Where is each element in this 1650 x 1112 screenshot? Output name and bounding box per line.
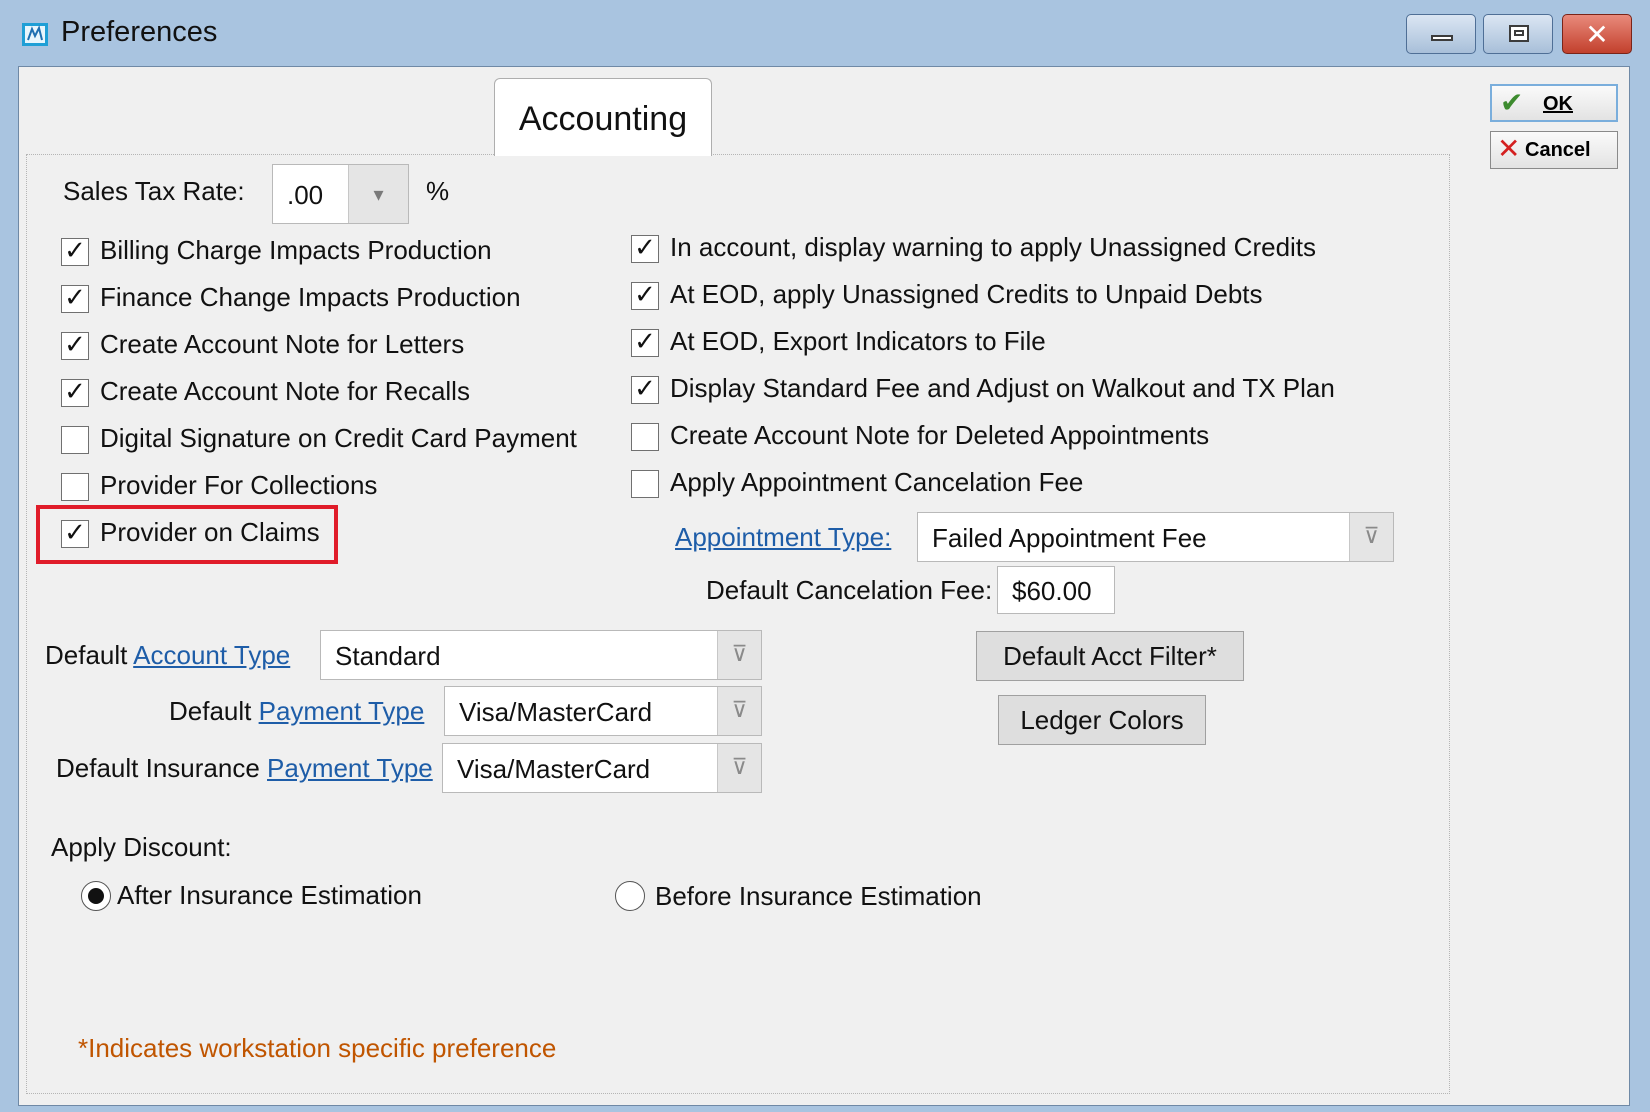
checkbox-cancel-fee[interactable] bbox=[631, 470, 659, 498]
checkbox-label: Create Account Note for Recalls bbox=[100, 376, 470, 406]
checkbox-note-deleted-appts[interactable] bbox=[631, 423, 659, 451]
checkbox-provider-collections[interactable] bbox=[61, 473, 89, 501]
account-type-link[interactable]: Account Type bbox=[133, 640, 290, 670]
maximize-icon bbox=[1509, 25, 1529, 42]
check-mark: ✓ bbox=[634, 374, 656, 404]
label-prefix: Default Insurance bbox=[56, 753, 268, 783]
insurance-payment-type-select[interactable]: Visa/MasterCard ⊽ bbox=[442, 743, 762, 793]
x-icon: ✕ bbox=[1497, 132, 1521, 165]
checkbox-label: Billing Charge Impacts Production bbox=[100, 235, 492, 265]
close-button[interactable]: ✕ bbox=[1562, 14, 1632, 54]
checkbox-note-letters[interactable]: ✓ bbox=[61, 330, 89, 360]
minimize-button[interactable] bbox=[1406, 14, 1476, 54]
highlight-box bbox=[36, 505, 338, 564]
checkbox-finance-change[interactable]: ✓ bbox=[61, 283, 89, 313]
checkbox-eod-export[interactable]: ✓ bbox=[631, 327, 659, 357]
checkbox-label: Create Account Note for Deleted Appointm… bbox=[670, 420, 1210, 450]
insurance-payment-type-label: Default Insurance Payment Type bbox=[56, 753, 433, 784]
chevron-down-icon[interactable]: ⊽ bbox=[717, 744, 761, 792]
cancelation-fee-label: Default Cancelation Fee: bbox=[706, 575, 993, 605]
checkbox-label: Create Account Note for Letters bbox=[100, 329, 465, 359]
checkmark-icon: ✔ bbox=[1500, 86, 1524, 119]
ok-button-label: OK bbox=[1543, 93, 1573, 115]
label-prefix: Default bbox=[169, 696, 259, 726]
account-type-label: Default Account Type bbox=[45, 640, 290, 671]
check-mark: ✓ bbox=[634, 233, 656, 263]
checkbox-label: In account, display warning to apply Una… bbox=[670, 232, 1317, 262]
checkbox-display-standard-fee[interactable]: ✓ bbox=[631, 374, 659, 404]
apply-discount-label: Apply Discount: bbox=[51, 832, 232, 862]
checkbox-note-recalls[interactable]: ✓ bbox=[61, 377, 89, 407]
title-bar[interactable]: Preferences ✕ bbox=[0, 0, 1650, 66]
appointment-type-select[interactable]: Failed Appointment Fee ⊽ bbox=[917, 512, 1394, 562]
close-icon: ✕ bbox=[1585, 18, 1609, 51]
insurance-payment-type-value: Visa/MasterCard bbox=[457, 754, 651, 784]
payment-type-select[interactable]: Visa/MasterCard ⊽ bbox=[444, 686, 762, 736]
insurance-payment-type-link[interactable]: Payment Type bbox=[267, 753, 433, 783]
label-prefix: Default bbox=[45, 640, 134, 670]
checkbox-label: Display Standard Fee and Adjust on Walko… bbox=[670, 373, 1335, 403]
cancel-button-label: Cancel bbox=[1525, 139, 1591, 161]
chevron-down-icon[interactable]: ⊽ bbox=[1349, 513, 1393, 561]
radio-label: Before Insurance Estimation bbox=[655, 881, 982, 911]
tab-accounting[interactable]: Accounting bbox=[494, 78, 712, 156]
percent-label: % bbox=[426, 176, 450, 206]
check-mark: ✓ bbox=[64, 377, 86, 407]
sales-tax-value: .00 bbox=[287, 180, 324, 210]
sales-tax-dropdown-arrow[interactable]: ▾ bbox=[348, 165, 408, 223]
appointment-type-link[interactable]: Appointment Type: bbox=[675, 522, 891, 553]
ok-button[interactable]: ✔ OK bbox=[1490, 84, 1618, 122]
maximize-button[interactable] bbox=[1483, 14, 1553, 54]
radio-selected-dot bbox=[88, 888, 104, 904]
account-type-select[interactable]: Standard ⊽ bbox=[320, 630, 762, 680]
sales-tax-input[interactable]: .00 ▾ bbox=[272, 164, 409, 224]
checkbox-label: Finance Change Impacts Production bbox=[100, 282, 521, 312]
checkbox-digital-signature[interactable] bbox=[61, 426, 89, 454]
account-type-value: Standard bbox=[335, 641, 441, 671]
checkbox-warning-unassigned[interactable]: ✓ bbox=[631, 233, 659, 263]
check-mark: ✓ bbox=[64, 236, 86, 266]
payment-type-value: Visa/MasterCard bbox=[459, 697, 653, 727]
sales-tax-label: Sales Tax Rate: bbox=[63, 176, 245, 206]
payment-type-label: Default Payment Type bbox=[169, 696, 424, 727]
radio-label: After Insurance Estimation bbox=[117, 880, 422, 910]
check-mark: ✓ bbox=[64, 283, 86, 313]
payment-type-link[interactable]: Payment Type bbox=[259, 696, 425, 726]
app-icon bbox=[22, 23, 48, 46]
checkbox-eod-apply-credits[interactable]: ✓ bbox=[631, 280, 659, 310]
window-title: Preferences bbox=[61, 16, 218, 48]
checkbox-label: At EOD, Export Indicators to File bbox=[670, 326, 1046, 356]
appointment-type-value: Failed Appointment Fee bbox=[932, 523, 1207, 553]
minimize-icon bbox=[1431, 35, 1453, 41]
checkbox-billing-charge[interactable]: ✓ bbox=[61, 236, 89, 266]
ledger-colors-button[interactable]: Ledger Colors bbox=[998, 695, 1206, 745]
footnote: *Indicates workstation specific preferen… bbox=[78, 1033, 557, 1063]
preferences-window: Preferences ✕ Accounting ✔ OK ✕ Cancel S… bbox=[0, 0, 1650, 1112]
chevron-down-icon[interactable]: ⊽ bbox=[717, 687, 761, 735]
radio-before-insurance[interactable] bbox=[615, 881, 645, 911]
default-acct-filter-button[interactable]: Default Acct Filter* bbox=[976, 631, 1244, 681]
checkbox-label: Digital Signature on Credit Card Payment bbox=[100, 423, 577, 453]
cancelation-fee-input[interactable]: $60.00 bbox=[997, 566, 1115, 614]
chevron-down-icon[interactable]: ⊽ bbox=[717, 631, 761, 679]
check-mark: ✓ bbox=[64, 330, 86, 360]
checkbox-label: At EOD, apply Unassigned Credits to Unpa… bbox=[670, 279, 1263, 309]
check-mark: ✓ bbox=[634, 327, 656, 357]
checkbox-label: Apply Appointment Cancelation Fee bbox=[670, 467, 1084, 497]
checkbox-label: Provider For Collections bbox=[100, 470, 378, 500]
cancel-button[interactable]: ✕ Cancel bbox=[1490, 131, 1618, 169]
radio-after-insurance[interactable] bbox=[81, 881, 111, 911]
check-mark: ✓ bbox=[634, 280, 656, 310]
